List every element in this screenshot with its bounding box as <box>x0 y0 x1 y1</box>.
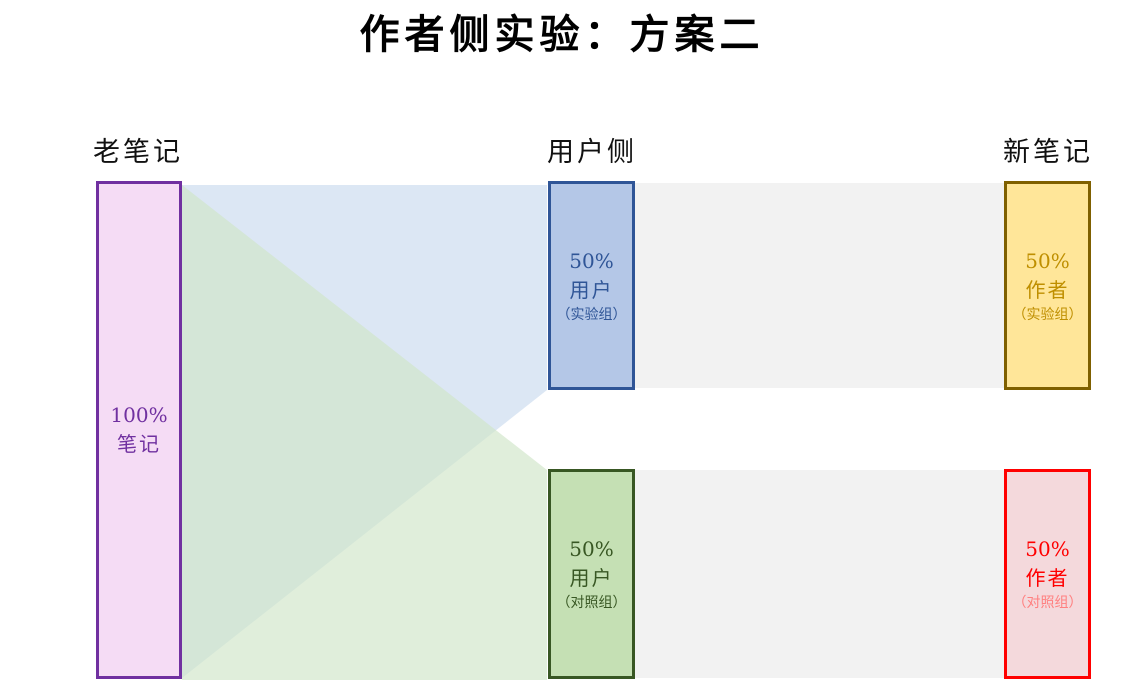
node-old-notes-percent: 100% <box>110 403 168 427</box>
node-author-control-percent: 50% <box>1025 537 1070 561</box>
node-user-control-percent: 50% <box>569 537 614 561</box>
flow-user-exp-to-author-exp <box>634 183 1006 388</box>
node-author-experiment-percent: 50% <box>1025 248 1070 273</box>
column-label-new-notes: 新笔记 <box>1003 137 1093 168</box>
node-user-experiment-group: （实验组） <box>556 306 627 323</box>
node-author-control-name: 作者 <box>1025 566 1070 590</box>
node-author-experiment-name: 作者 <box>1025 277 1070 302</box>
node-author-control-group: （对照组） <box>1012 595 1083 611</box>
node-user-control: 50% 用户 （对照组） <box>548 469 635 679</box>
node-author-experiment: 50% 作者 （实验组） <box>1004 181 1091 390</box>
page-title: 作者侧实验：方案二 <box>359 11 765 58</box>
node-old-notes: 100% 笔记 <box>96 181 182 679</box>
node-user-experiment-percent: 50% <box>569 248 614 273</box>
node-old-notes-name: 笔记 <box>117 432 161 456</box>
node-user-control-name: 用户 <box>569 566 614 590</box>
node-user-experiment: 50% 用户 （实验组） <box>548 181 635 390</box>
node-user-control-group: （对照组） <box>556 595 627 611</box>
column-label-old-notes: 老笔记 <box>93 137 183 168</box>
flow-user-ctrl-to-author-ctrl <box>634 470 1006 678</box>
node-author-control: 50% 作者 （对照组） <box>1004 469 1091 679</box>
node-user-experiment-name: 用户 <box>569 277 614 302</box>
column-label-user-side: 用户侧 <box>547 137 637 168</box>
node-author-experiment-group: （实验组） <box>1012 306 1083 323</box>
